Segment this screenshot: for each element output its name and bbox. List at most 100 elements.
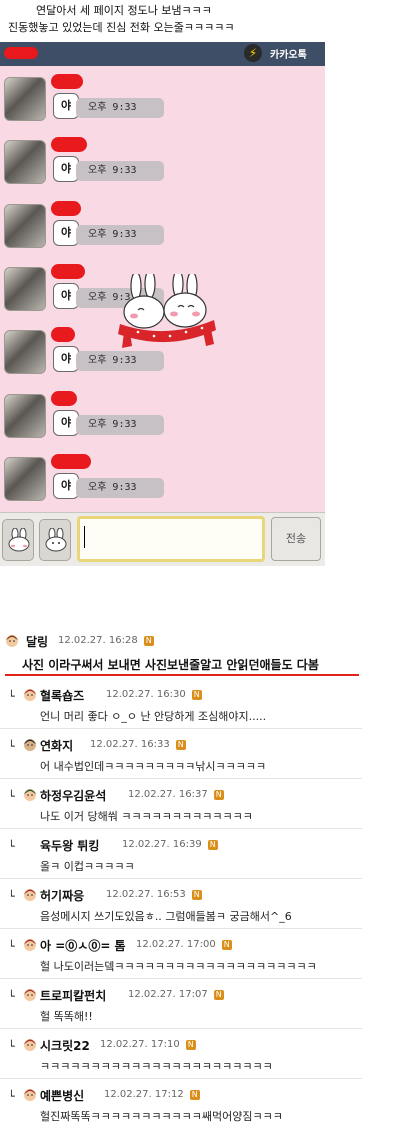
sticker-button[interactable] xyxy=(39,519,71,561)
comment-date: 12.02.27. 16:33 N xyxy=(90,739,186,750)
comment-author[interactable]: 아 =⓪ㅅ⓪= 톰 xyxy=(40,937,126,954)
redacted-sender-name xyxy=(51,264,85,279)
redacted-sender-name xyxy=(51,74,83,89)
redacted-sender-name xyxy=(51,137,87,152)
comment-author[interactable]: 연화지 xyxy=(40,737,73,754)
page: 연달아서 세 페이지 정도나 보냄ㅋㅋㅋ 진동했놓고 있었는데 진심 전화 오는… xyxy=(0,0,400,1134)
redacted-sender-name xyxy=(51,201,81,216)
comment-date: 12.02.27. 16:39 N xyxy=(122,839,218,850)
comment-divider xyxy=(0,828,362,829)
message-input[interactable] xyxy=(77,516,265,562)
caption-line-2: 진동했놓고 있었는데 진심 전화 오는줄ㅋㅋㅋㅋㅋ xyxy=(8,21,235,34)
avatar[interactable] xyxy=(4,394,46,438)
comment-author[interactable]: 혈록숍즈 xyxy=(40,687,84,704)
comment-author[interactable]: 시크릿22 xyxy=(40,1037,90,1054)
user-avatar-icon xyxy=(6,635,18,647)
comment-text: 헐진짜똑똑ㅋㅋㅋㅋㅋㅋㅋㅋㅋㅋㅋ쌔먹어양짐ㅋㅋㅋ xyxy=(40,1110,283,1123)
reply-arrow-icon: └ xyxy=(8,940,15,953)
chat-message: 야 오후 9:33 xyxy=(4,135,324,195)
avatar[interactable] xyxy=(4,267,46,311)
comment-date: 12.02.27. 16:28 N xyxy=(58,635,154,646)
comment-author[interactable]: 달링 xyxy=(26,633,48,650)
new-badge-icon: N xyxy=(213,990,224,1000)
comment-date-text: 12.02.27. 17:10 xyxy=(100,1039,180,1050)
bunny-sticker-icon xyxy=(118,274,216,348)
comment-author[interactable]: 트로피칼펀치 xyxy=(40,987,106,1004)
send-button[interactable]: 전송 xyxy=(271,517,321,561)
comment-date-text: 12.02.27. 16:39 xyxy=(122,839,202,850)
reply-arrow-icon: └ xyxy=(8,790,15,803)
new-badge-icon: N xyxy=(143,636,154,646)
message-time: 오후 9:33 xyxy=(76,478,164,498)
new-badge-icon: N xyxy=(191,890,202,900)
user-avatar-icon xyxy=(24,889,36,901)
comment-date: 12.02.27. 17:07 N xyxy=(128,989,224,1000)
redacted-sender-name xyxy=(51,391,77,406)
comment-text: 언니 머리 좋다 ㅇ_ㅇ 난 안당하게 조심해야지..... xyxy=(40,710,267,723)
new-badge-icon: N xyxy=(185,1040,196,1050)
new-badge-icon: N xyxy=(191,690,202,700)
comment-date-text: 12.02.27. 16:33 xyxy=(90,739,170,750)
comment-divider xyxy=(0,978,362,979)
comment-author[interactable]: 예쁜병신 xyxy=(40,1087,84,1104)
comment-text: 음성메시지 쓰기도있음ㅎ.. 그럼애들봄ㅋ 궁금해서^_6 xyxy=(40,910,292,923)
bolt-icon[interactable]: ⚡ xyxy=(244,44,262,62)
avatar[interactable] xyxy=(4,457,46,501)
redacted-sender-name xyxy=(51,454,91,469)
comment-date-text: 12.02.27. 16:37 xyxy=(128,789,208,800)
comment-date-text: 12.02.27. 16:53 xyxy=(106,889,186,900)
user-avatar-icon xyxy=(24,789,36,801)
new-badge-icon: N xyxy=(213,790,224,800)
comment-text: 헐 똑똑해!! xyxy=(40,1010,93,1023)
chat-message: 야 오후 9:33 xyxy=(4,199,324,259)
user-avatar-icon xyxy=(24,689,36,701)
chat-message: 야 오후 9:33 xyxy=(4,389,324,449)
comment-date: 12.02.27. 16:30 N xyxy=(106,689,202,700)
reply-arrow-icon: └ xyxy=(8,1040,15,1053)
comment-author[interactable]: 육두왕 튀킹 xyxy=(40,837,99,854)
chat-message: 야 오후 9:33 xyxy=(4,72,324,132)
comment-divider xyxy=(0,728,362,729)
comment-divider xyxy=(0,878,362,879)
comment-divider xyxy=(0,1078,362,1079)
new-badge-icon: N xyxy=(189,1090,200,1100)
red-underline xyxy=(5,674,359,676)
chat-header: ⚡ 카카오톡 xyxy=(0,42,325,66)
reply-arrow-icon: └ xyxy=(8,1090,15,1103)
comment-text: 사진 이라구써서 보내면 사진보낸줄알고 안읽던애들도 다봄 xyxy=(22,658,319,672)
comment-author[interactable]: 하정우김윤석 xyxy=(40,787,106,804)
comment-text: 헐 나도이러는뎈ㅋㅋㅋㅋㅋㅋㅋㅋㅋㅋㅋㅋㅋㅋㅋㅋㅋㅋㅋㅋ xyxy=(40,960,317,973)
user-avatar-icon xyxy=(24,739,36,751)
comment-author[interactable]: 허기짜응 xyxy=(40,887,84,904)
comment-divider xyxy=(0,1028,362,1029)
message-time: 오후 9:33 xyxy=(76,225,164,245)
comment-date: 12.02.27. 17:00 N xyxy=(136,939,232,950)
user-avatar-icon xyxy=(24,939,36,951)
comment-list: 달링 12.02.27. 16:28 N 사진 이라구써서 보내면 사진보낸줄알고… xyxy=(0,632,362,1134)
new-badge-icon: N xyxy=(207,840,218,850)
avatar[interactable] xyxy=(4,330,46,374)
message-time: 오후 9:33 xyxy=(76,351,164,371)
comment-date: 12.02.27. 16:53 N xyxy=(106,889,202,900)
avatar[interactable] xyxy=(4,77,46,121)
user-avatar-icon xyxy=(24,989,36,1001)
emoticon-button[interactable] xyxy=(2,519,34,561)
chat-message: 야 오후 9:33 xyxy=(4,452,324,512)
message-time: 오후 9:33 xyxy=(76,161,164,181)
comment-text: 어 내수법인데ㅋㅋㅋㅋㅋㅋㅋㅋㅋ낚시ㅋㅋㅋㅋㅋ xyxy=(40,760,267,773)
comment-text: ㅋㅋㅋㅋㅋㅋㅋㅋㅋㅋㅋㅋㅋㅋㅋㅋㅋㅋㅋㅋㅋㅋㅋ xyxy=(40,1060,273,1073)
comment-date: 12.02.27. 16:37 N xyxy=(128,789,224,800)
bunny-emoticon-icon xyxy=(45,528,67,552)
comment-date: 12.02.27. 17:12 N xyxy=(104,1089,200,1100)
chat-screenshot: ⚡ 카카오톡 야 오후 9:33 야 오후 9:33 야 오후 9:33 야 오… xyxy=(0,42,325,566)
comment-text: 올ㅋ 이컵ㅋㅋㅋㅋㅋ xyxy=(40,860,135,873)
avatar[interactable] xyxy=(4,140,46,184)
comment-divider xyxy=(0,928,362,929)
user-avatar-icon xyxy=(24,1039,36,1051)
message-time: 오후 9:33 xyxy=(76,415,164,435)
caption-line-1: 연달아서 세 페이지 정도나 보냄ㅋㅋㅋ xyxy=(36,4,212,17)
comment-date-text: 12.02.27. 16:28 xyxy=(58,635,138,646)
comment-divider xyxy=(0,778,362,779)
avatar[interactable] xyxy=(4,204,46,248)
post-caption: 연달아서 세 페이지 정도나 보냄ㅋㅋㅋ 진동했놓고 있었는데 진심 전화 오는… xyxy=(8,2,338,36)
